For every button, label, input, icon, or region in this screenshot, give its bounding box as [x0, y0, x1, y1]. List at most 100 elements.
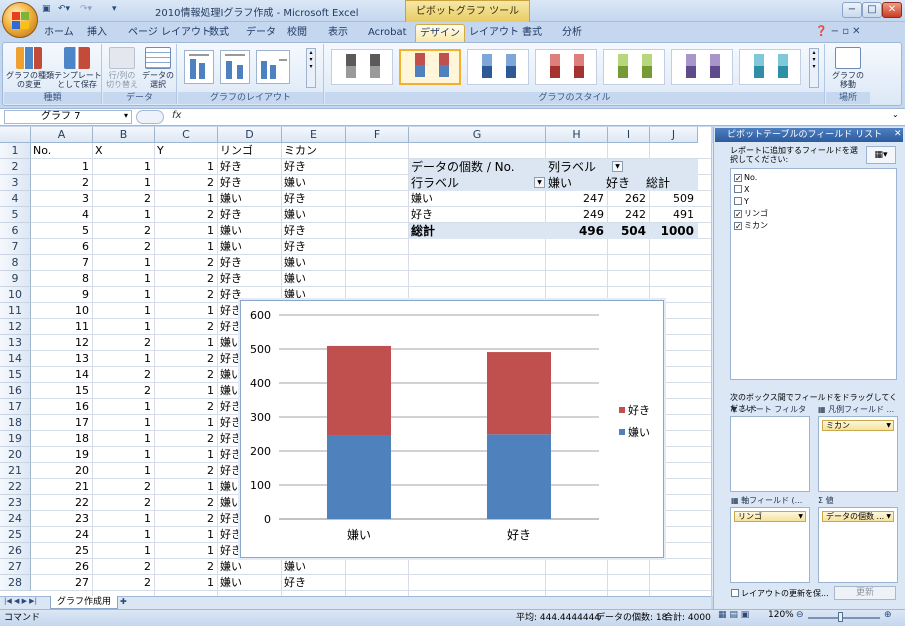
cell[interactable]: 好き [284, 575, 345, 591]
tab-formulas[interactable]: 数式 [205, 24, 233, 42]
cell[interactable]: 2 [33, 175, 92, 191]
pivot-total-cell[interactable]: 1000 [650, 223, 697, 239]
axis-fields-area[interactable]: リンゴ [730, 507, 810, 583]
zoom-slider-thumb[interactable] [838, 612, 843, 622]
column-header-E[interactable]: E [282, 127, 346, 143]
style-2-thumb-selected[interactable] [399, 49, 461, 85]
row-header[interactable]: 5 [0, 207, 31, 223]
tab-data[interactable]: データ [242, 24, 280, 42]
cell[interactable]: 1 [95, 463, 154, 479]
row-header[interactable]: 8 [0, 255, 31, 271]
cell[interactable]: 23 [33, 511, 92, 527]
cell[interactable]: リンゴ [220, 143, 281, 159]
cell[interactable]: 嫌い [220, 191, 281, 207]
cell[interactable]: 12 [33, 335, 92, 351]
column-header-A[interactable]: A [31, 127, 93, 143]
select-all-corner[interactable] [0, 127, 31, 143]
cell[interactable]: 嫌い [284, 559, 345, 575]
pivot-col-label[interactable]: 列ラベル [548, 159, 608, 175]
tab-page-layout[interactable]: ページ レイアウト [124, 24, 215, 42]
cell[interactable]: 好き [220, 159, 281, 175]
cell[interactable]: 3 [33, 191, 92, 207]
cell[interactable]: 1 [95, 399, 154, 415]
field-checkbox[interactable]: ✓ リンゴ [734, 208, 768, 220]
cell[interactable]: 2 [157, 367, 217, 383]
axis-field-item[interactable]: リンゴ [734, 511, 806, 522]
name-box[interactable]: グラフ 7 [4, 110, 132, 124]
cell[interactable]: 2 [157, 463, 217, 479]
row-header[interactable]: 7 [0, 239, 31, 255]
cell[interactable]: 1 [95, 447, 154, 463]
cell[interactable]: 2 [157, 271, 217, 287]
row-header[interactable]: 20 [0, 447, 31, 463]
cell[interactable]: 18 [33, 431, 92, 447]
tab-review[interactable]: 校閲 [283, 24, 311, 42]
tab-insert[interactable]: 挿入 [83, 24, 111, 42]
cell[interactable]: 1 [95, 415, 154, 431]
cell[interactable]: 2 [95, 495, 154, 511]
cell[interactable]: 6 [33, 239, 92, 255]
cell[interactable]: 嫌い [284, 255, 345, 271]
formula-input[interactable] [190, 110, 890, 124]
cell[interactable]: 7 [33, 255, 92, 271]
customize-qat-icon[interactable]: ▾ [112, 4, 117, 18]
function-icon[interactable]: fx [172, 110, 181, 121]
cell[interactable]: 好き [220, 175, 281, 191]
cell[interactable]: 27 [33, 575, 92, 591]
cell[interactable]: 16 [33, 399, 92, 415]
cell[interactable]: 1 [157, 335, 217, 351]
office-button[interactable] [2, 2, 38, 38]
field-checkbox[interactable]: ✓ ミカン [734, 220, 768, 232]
row-header[interactable]: 1 [0, 143, 31, 159]
field-checkbox[interactable]: ✓ No. [734, 172, 757, 184]
cell[interactable]: 嫌い [284, 271, 345, 287]
cell[interactable]: 1 [157, 575, 217, 591]
cell[interactable]: 2 [157, 431, 217, 447]
row-header[interactable]: 3 [0, 175, 31, 191]
cell[interactable]: 1 [95, 527, 154, 543]
row-header[interactable]: 21 [0, 463, 31, 479]
cell[interactable]: 21 [33, 479, 92, 495]
value-field-item[interactable]: データの個数 ... [822, 511, 894, 522]
cell[interactable]: 20 [33, 463, 92, 479]
row-label-filter-icon[interactable]: ▼ [534, 177, 545, 188]
cell[interactable]: 1 [95, 175, 154, 191]
pivot-value-cell[interactable]: 262 [608, 191, 649, 207]
cell[interactable]: 1 [157, 239, 217, 255]
cell[interactable]: 好き [284, 223, 345, 239]
cell[interactable]: 嫌い [284, 207, 345, 223]
row-header[interactable]: 27 [0, 559, 31, 575]
pivot-title[interactable]: データの個数 / No. [411, 159, 546, 175]
cell[interactable]: 26 [33, 559, 92, 575]
style-more-button[interactable]: ▴ ▾ ▾ [809, 48, 819, 88]
cell[interactable]: 1 [157, 543, 217, 559]
cell[interactable]: 1 [95, 207, 154, 223]
cell[interactable]: 2 [157, 351, 217, 367]
row-header[interactable]: 12 [0, 319, 31, 335]
tab-acrobat[interactable]: Acrobat [364, 24, 411, 42]
row-header[interactable]: 28 [0, 575, 31, 591]
update-button[interactable]: 更新 [834, 586, 896, 600]
cell[interactable]: 1 [95, 287, 154, 303]
tab-design[interactable]: デザイン [415, 24, 465, 42]
pivot-col-header[interactable]: 好き [606, 175, 646, 191]
report-filter-area[interactable] [730, 416, 810, 492]
pivot-value-cell[interactable]: 249 [546, 207, 607, 223]
pivot-total-label[interactable]: 総計 [411, 223, 531, 239]
legend-field-item[interactable]: ミカン [822, 420, 894, 431]
tab-format[interactable]: 書式 [518, 24, 546, 42]
cell[interactable]: ミカン [284, 143, 345, 159]
cell[interactable]: 1 [95, 159, 154, 175]
cell[interactable]: 4 [33, 207, 92, 223]
row-header[interactable]: 13 [0, 335, 31, 351]
cell[interactable]: 22 [33, 495, 92, 511]
pivot-chart[interactable]: 0 100 200 300 400 500 600 嫌い 好き 好き 嫌い [240, 300, 664, 558]
col-label-filter-icon[interactable]: ▼ [612, 161, 623, 172]
cell[interactable]: 1 [157, 159, 217, 175]
legend-fields-area[interactable]: ミカン [818, 416, 898, 492]
close-button[interactable]: ✕ [882, 2, 902, 18]
row-header[interactable]: 19 [0, 431, 31, 447]
cell[interactable]: 2 [157, 287, 217, 303]
column-header-J[interactable]: J [650, 127, 698, 143]
pivot-value-cell[interactable]: 242 [608, 207, 649, 223]
